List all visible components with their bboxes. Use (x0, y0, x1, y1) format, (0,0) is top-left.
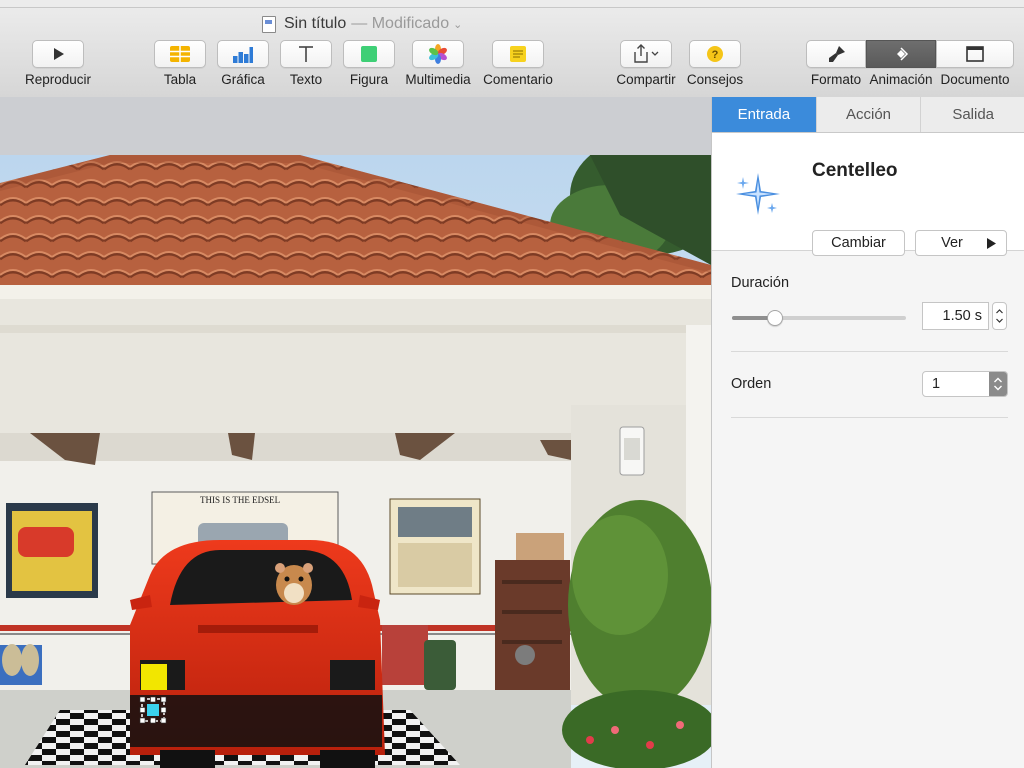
tips-button[interactable]: ? (689, 40, 741, 68)
animation-inspector: Entrada Acción Salida Centelleo Cambiar … (711, 97, 1024, 768)
resize-handle[interactable] (160, 696, 167, 703)
document-icon (262, 15, 276, 33)
resize-handle[interactable] (150, 696, 156, 703)
section-divider (731, 417, 1008, 418)
tab-build-in[interactable]: Entrada (712, 97, 816, 132)
edsel-poster-text: THIS IS THE EDSEL (200, 495, 280, 505)
stepper-arrows-icon (996, 309, 1003, 323)
share-icon (634, 44, 659, 63)
text-label: Texto (289, 72, 323, 87)
keynote-window: Sin título — Modificado ⌄ Reproducir Tab… (0, 0, 1024, 768)
duration-field[interactable]: 1.50 s (922, 302, 989, 330)
toolbar-chart[interactable]: Gráfica (217, 40, 269, 87)
resize-handle[interactable] (150, 717, 156, 724)
chart-label: Gráfica (221, 72, 265, 87)
text-icon (299, 46, 313, 62)
duration-stepper[interactable] (992, 302, 1007, 330)
order-select-arrows (989, 372, 1007, 396)
play-icon (987, 237, 996, 249)
tab-build-out[interactable]: Salida (920, 97, 1024, 132)
chart-button[interactable] (217, 40, 269, 68)
comment-icon (510, 46, 526, 62)
play-button[interactable] (32, 40, 84, 68)
order-select[interactable]: 1 (922, 371, 1008, 397)
animate-label: Animación (869, 72, 933, 87)
document-name: Sin título (284, 15, 347, 32)
text-button[interactable] (280, 40, 332, 68)
animation-tabs: Entrada Acción Salida (712, 97, 1024, 133)
format-button[interactable] (806, 40, 866, 68)
share-button[interactable] (620, 40, 672, 68)
media-label: Multimedia (405, 72, 471, 87)
document-button[interactable] (936, 40, 1014, 68)
toolbar-media[interactable]: Multimedia (405, 40, 471, 87)
duration-slider-knob[interactable] (767, 310, 783, 326)
order-label: Orden (731, 376, 772, 392)
preview-label: Ver (941, 235, 963, 251)
change-effect-button[interactable]: Cambiar (812, 230, 905, 256)
media-button[interactable] (412, 40, 464, 68)
share-label: Compartir (616, 72, 676, 87)
toolbar-shape[interactable]: Figura (343, 40, 395, 87)
chart-icon (233, 46, 253, 63)
toolbar: Sin título — Modificado ⌄ Reproducir Tab… (0, 7, 1024, 98)
duration-slider-track[interactable] (732, 310, 906, 326)
slide-image: THIS IS THE EDSEL (0, 155, 711, 768)
order-value: 1 (932, 376, 941, 392)
format-label: Formato (810, 72, 862, 87)
play-label: Reproducir (24, 72, 92, 87)
tips-icon: ? (707, 46, 723, 62)
play-icon (54, 48, 64, 60)
toolbar-comment[interactable]: Comentario (482, 40, 554, 87)
toolbar-text[interactable]: Texto (280, 40, 332, 87)
comment-button[interactable] (492, 40, 544, 68)
animate-icon (897, 47, 909, 61)
media-icon (429, 44, 447, 64)
canvas-background (0, 97, 711, 155)
table-button[interactable] (154, 40, 206, 68)
resize-handle[interactable] (160, 717, 167, 724)
svg-text:?: ? (712, 49, 719, 61)
document-label: Documento (940, 72, 1010, 87)
tips-label: Consejos (686, 72, 744, 87)
resize-handle[interactable] (139, 717, 146, 724)
section-divider (731, 351, 1008, 352)
duration-label: Duración (731, 275, 790, 291)
window-title[interactable]: Sin título — Modificado ⌄ (262, 15, 462, 33)
duration-value: 1.50 s (942, 308, 983, 324)
tab-action[interactable]: Acción (815, 97, 921, 132)
change-effect-label: Cambiar (831, 235, 886, 251)
inspector-switcher: Formato Animación Documento (806, 40, 1016, 87)
table-label: Tabla (163, 72, 197, 87)
effect-name: Centelleo (812, 160, 898, 181)
toolbar-play[interactable]: Reproducir (23, 40, 93, 87)
toolbar-tips[interactable]: ? Consejos (687, 40, 743, 87)
toolbar-table[interactable]: Tabla (154, 40, 206, 87)
modified-status: — Modificado (351, 15, 450, 32)
effect-panel: Centelleo Cambiar Ver (712, 133, 1024, 256)
animate-button[interactable] (866, 40, 936, 68)
document-icon (966, 46, 984, 62)
shape-icon (361, 46, 377, 62)
chevron-down-icon[interactable]: ⌄ (453, 18, 462, 31)
updown-arrows-icon (994, 377, 1002, 391)
comment-label: Comentario (483, 72, 553, 87)
shape-label: Figura (349, 72, 389, 87)
resize-handle[interactable] (139, 707, 146, 713)
slide-canvas[interactable]: THIS IS THE EDSEL (0, 155, 711, 768)
table-icon (170, 46, 190, 62)
resize-handle[interactable] (160, 707, 167, 713)
preview-button[interactable]: Ver (915, 230, 1007, 256)
toolbar-share[interactable]: Compartir (614, 40, 678, 87)
selected-shape[interactable] (141, 664, 167, 690)
paintbrush-icon (829, 46, 845, 62)
shape-button[interactable] (343, 40, 395, 68)
resize-handle[interactable] (139, 696, 146, 703)
sparkle-icon (736, 173, 780, 215)
